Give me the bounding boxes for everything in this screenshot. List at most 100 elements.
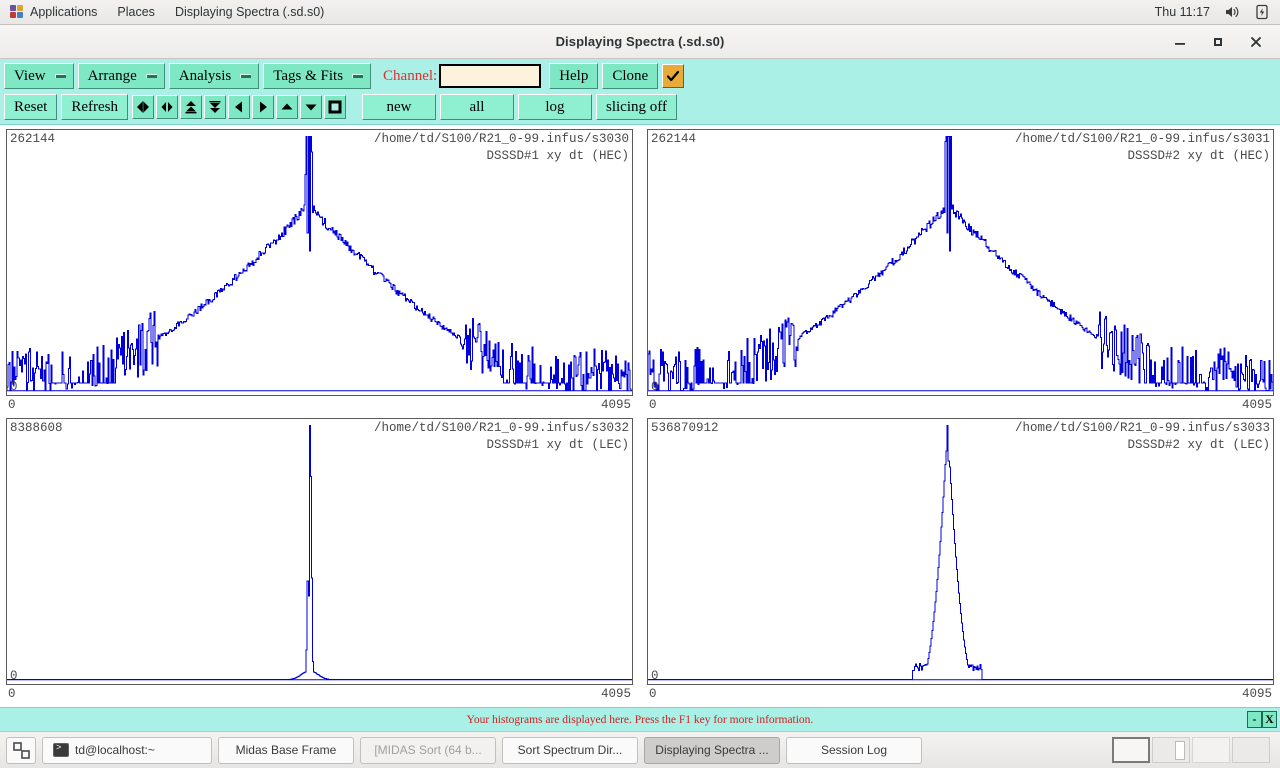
spectrum-panel-s3033[interactable]: 536870912 0 /home/td/S100/R21_0-99.infus…	[647, 418, 1274, 707]
workspace-2[interactable]	[1152, 737, 1190, 763]
tags-fits-menu[interactable]: Tags & Fits	[263, 63, 372, 89]
taskbar-displaying-spectra[interactable]: Displaying Spectra ...	[644, 736, 780, 764]
maximize-button[interactable]	[1210, 34, 1226, 50]
displaying-spectra-window: Displaying Spectra (.sd.s0) View Arrange	[0, 25, 1280, 731]
expand-down-icon[interactable]	[203, 95, 226, 119]
spectrum-plot-s3030[interactable]: 262144 0 /home/td/S100/R21_0-99.infus/s3…	[6, 129, 633, 396]
x-axis-max-label: 4095	[1241, 687, 1272, 701]
panel-clock[interactable]: Thu 11:17	[1155, 5, 1210, 19]
reset-button[interactable]: Reset	[4, 94, 58, 120]
log-button[interactable]: log	[517, 94, 592, 120]
active-window-label: Displaying Spectra (.sd.s0)	[174, 5, 325, 19]
applications-grid-icon	[10, 5, 24, 19]
analysis-menu[interactable]: Analysis	[168, 63, 260, 89]
spectrum-plot-s3033[interactable]: 536870912 0 /home/td/S100/R21_0-99.infus…	[647, 418, 1274, 685]
status-bar-controls: - X	[1247, 711, 1280, 728]
spectrum-plot-s3032[interactable]: 8388608 0 /home/td/S100/R21_0-99.infus/s…	[6, 418, 633, 685]
x-axis-min-label: 0	[8, 398, 16, 412]
workspace-switcher[interactable]	[1112, 737, 1274, 763]
x-axis-min-label: 0	[8, 687, 16, 701]
log-button-label: log	[545, 98, 565, 115]
refresh-button[interactable]: Refresh	[61, 94, 128, 120]
checkbox-toggle[interactable]	[662, 64, 685, 88]
battery-charging-icon[interactable]	[1254, 4, 1270, 20]
slicing-button-label: slicing off	[605, 98, 667, 115]
channel-label: Channel:	[383, 67, 438, 84]
menu-indicator-icon	[145, 74, 157, 78]
applications-menu-label: Applications	[30, 5, 98, 19]
taskbar-midas-sort-label: [MIDAS Sort (64 b...	[374, 743, 482, 757]
volume-icon[interactable]	[1224, 4, 1240, 20]
active-window-menu[interactable]: Displaying Spectra (.sd.s0)	[165, 0, 334, 25]
all-button[interactable]: all	[439, 94, 514, 120]
help-button[interactable]: Help	[549, 63, 599, 89]
status-message: Your histograms are displayed here. Pres…	[466, 713, 814, 726]
clone-button[interactable]: Clone	[602, 63, 659, 89]
spectrum-x-axis-s3031: 0 4095	[647, 396, 1274, 414]
panel-status-area: Thu 11:17	[1155, 4, 1280, 20]
taskbar-midas-base-frame-label: Midas Base Frame	[235, 743, 337, 757]
show-desktop-icon[interactable]	[6, 736, 36, 764]
places-menu-label: Places	[117, 5, 155, 19]
status-minimize-button[interactable]: -	[1247, 711, 1262, 728]
places-menu[interactable]: Places	[107, 0, 165, 25]
midas-toolbar: View Arrange Analysis Tags & Fits Channe…	[0, 59, 1280, 125]
desktop-top-panel: Applications Places Displaying Spectra (…	[0, 0, 1280, 25]
workspace-4[interactable]	[1232, 737, 1270, 763]
taskbar-midas-base-frame[interactable]: Midas Base Frame	[218, 736, 354, 764]
taskbar-sort-spectrum-dir[interactable]: Sort Spectrum Dir...	[502, 736, 638, 764]
spectrum-x-axis-s3033: 0 4095	[647, 685, 1274, 703]
slicing-button[interactable]: slicing off	[595, 94, 677, 120]
reset-button-label: Reset	[14, 98, 48, 115]
workspace-1[interactable]	[1112, 737, 1150, 763]
new-button-label: new	[386, 98, 412, 115]
refresh-button-label: Refresh	[71, 98, 118, 115]
arrow-up-icon[interactable]	[275, 95, 298, 119]
help-button-label: Help	[559, 67, 589, 84]
expand-horizontal-icon[interactable]	[155, 95, 178, 119]
arrange-menu[interactable]: Arrange	[77, 63, 165, 89]
spectrum-panel-s3031[interactable]: 262144 0 /home/td/S100/R21_0-99.infus/s3…	[647, 129, 1274, 418]
taskbar-displaying-spectra-label: Displaying Spectra ...	[655, 743, 769, 757]
x-axis-max-label: 4095	[1241, 398, 1272, 412]
desktop-taskbar: td@localhost:~ Midas Base Frame [MIDAS S…	[0, 731, 1280, 768]
channel-input[interactable]	[439, 64, 542, 88]
spectrum-curve-s3031	[648, 130, 1273, 395]
clone-button-label: Clone	[612, 67, 649, 84]
arrow-right-icon[interactable]	[251, 95, 274, 119]
menu-indicator-icon	[240, 74, 252, 78]
taskbar-sort-spectrum-dir-label: Sort Spectrum Dir...	[517, 743, 623, 757]
spectrum-x-axis-s3030: 0 4095	[6, 396, 633, 414]
taskbar-midas-sort[interactable]: [MIDAS Sort (64 b...	[360, 736, 496, 764]
taskbar-terminal[interactable]: td@localhost:~	[42, 736, 212, 764]
taskbar-session-log-label: Session Log	[820, 743, 888, 757]
window-titlebar[interactable]: Displaying Spectra (.sd.s0)	[0, 25, 1280, 59]
stop-square-icon[interactable]	[323, 95, 346, 119]
terminal-icon	[53, 743, 69, 757]
window-title: Displaying Spectra (.sd.s0)	[555, 34, 725, 49]
taskbar-session-log[interactable]: Session Log	[786, 736, 922, 764]
new-button[interactable]: new	[361, 94, 436, 120]
workspace-3[interactable]	[1192, 737, 1230, 763]
minimize-button[interactable]	[1172, 34, 1188, 50]
menu-indicator-icon	[352, 74, 364, 78]
arrow-left-icon[interactable]	[227, 95, 250, 119]
status-bar: Your histograms are displayed here. Pres…	[0, 707, 1280, 731]
applications-menu[interactable]: Applications	[0, 0, 107, 25]
menu-indicator-icon	[54, 74, 66, 78]
spectrum-plot-s3031[interactable]: 262144 0 /home/td/S100/R21_0-99.infus/s3…	[647, 129, 1274, 396]
close-button[interactable]	[1248, 34, 1264, 50]
view-menu-label: View	[14, 67, 46, 84]
expand-up-icon[interactable]	[179, 95, 202, 119]
toolbar-row-controls: Reset Refresh new all log slicing off	[4, 93, 1280, 121]
arrow-down-icon[interactable]	[299, 95, 322, 119]
spectrum-curve-s3030	[7, 130, 632, 395]
spectrum-panel-s3030[interactable]: 262144 0 /home/td/S100/R21_0-99.infus/s3…	[6, 129, 633, 418]
spectrum-panel-s3032[interactable]: 8388608 0 /home/td/S100/R21_0-99.infus/s…	[6, 418, 633, 707]
status-close-button[interactable]: X	[1262, 711, 1277, 728]
go-first-icon[interactable]	[131, 95, 154, 119]
view-menu[interactable]: View	[4, 63, 74, 89]
spectrum-curve-s3033	[648, 419, 1273, 684]
spectra-display-area: 262144 0 /home/td/S100/R21_0-99.infus/s3…	[0, 125, 1280, 707]
x-axis-max-label: 4095	[600, 687, 631, 701]
